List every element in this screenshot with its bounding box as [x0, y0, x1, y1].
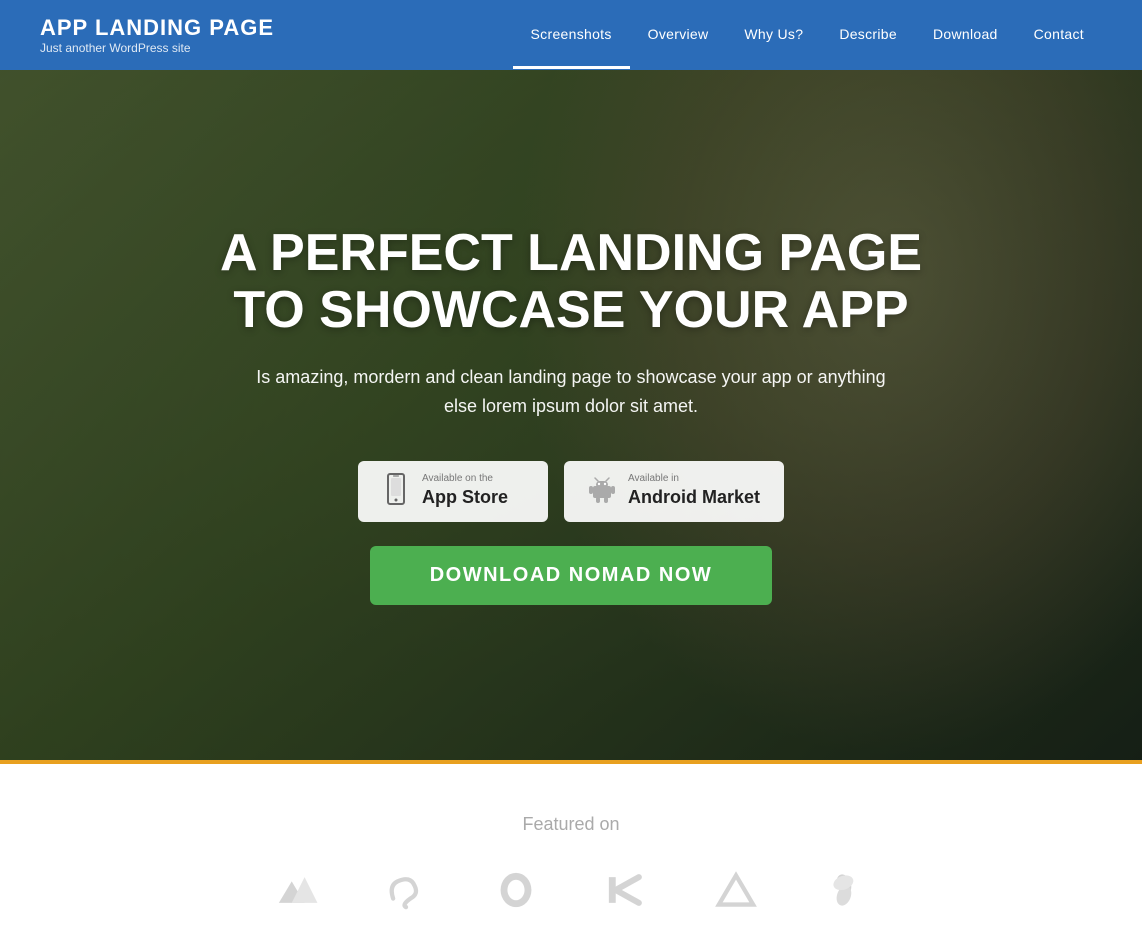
nav-item-contact[interactable]: Contact: [1016, 2, 1102, 69]
android-market-text: Available in Android Market: [628, 474, 760, 508]
phone-icon: [382, 473, 410, 510]
hero-subtitle: Is amazing, mordern and clean landing pa…: [251, 363, 891, 421]
hero-section: A PERFECT LANDING PAGE TO SHOWCASE YOUR …: [0, 70, 1142, 760]
main-nav: Screenshots Overview Why Us? Describe Do…: [513, 2, 1102, 69]
nav-link-whyus[interactable]: Why Us?: [726, 2, 821, 66]
android-available: Available in: [628, 474, 760, 484]
app-store-text: Available on the App Store: [422, 474, 508, 508]
android-icon: [588, 473, 616, 510]
nav-item-overview[interactable]: Overview: [630, 2, 727, 69]
nav-link-download[interactable]: Download: [915, 2, 1016, 66]
download-now-button[interactable]: DOWNLOAD NOMAD NOW: [370, 546, 773, 605]
hero-content: A PERFECT LANDING PAGE TO SHOWCASE YOUR …: [181, 225, 961, 605]
featured-logo-4: [596, 865, 656, 915]
hero-title: A PERFECT LANDING PAGE TO SHOWCASE YOUR …: [201, 225, 941, 339]
android-market-button[interactable]: Available in Android Market: [564, 461, 784, 522]
featured-logo-1: [266, 865, 326, 915]
app-store-button[interactable]: Available on the App Store: [358, 461, 548, 522]
android-store-name: Android Market: [628, 487, 760, 508]
nav-item-describe[interactable]: Describe: [821, 2, 915, 69]
featured-logo-6: [816, 865, 876, 915]
featured-label: Featured on: [40, 814, 1102, 835]
app-store-name: App Store: [422, 487, 508, 508]
app-store-available: Available on the: [422, 474, 508, 484]
nav-item-screenshots[interactable]: Screenshots: [513, 2, 630, 69]
site-brand: APP LANDING PAGE Just another WordPress …: [40, 15, 274, 55]
navbar: APP LANDING PAGE Just another WordPress …: [0, 0, 1142, 70]
site-subtitle: Just another WordPress site: [40, 41, 274, 55]
featured-logo-2: [376, 865, 436, 915]
featured-logo-3: [486, 865, 546, 915]
store-buttons-group: Available on the App Store: [201, 461, 941, 522]
site-title: APP LANDING PAGE: [40, 15, 274, 41]
featured-section: Featured on: [0, 760, 1142, 945]
nav-item-whyus[interactable]: Why Us?: [726, 2, 821, 69]
featured-logos-row: [40, 865, 1102, 915]
nav-link-overview[interactable]: Overview: [630, 2, 727, 66]
nav-link-describe[interactable]: Describe: [821, 2, 915, 66]
featured-logo-5: [706, 865, 766, 915]
nav-link-contact[interactable]: Contact: [1016, 2, 1102, 66]
nav-link-screenshots[interactable]: Screenshots: [513, 2, 630, 69]
nav-item-download[interactable]: Download: [915, 2, 1016, 69]
